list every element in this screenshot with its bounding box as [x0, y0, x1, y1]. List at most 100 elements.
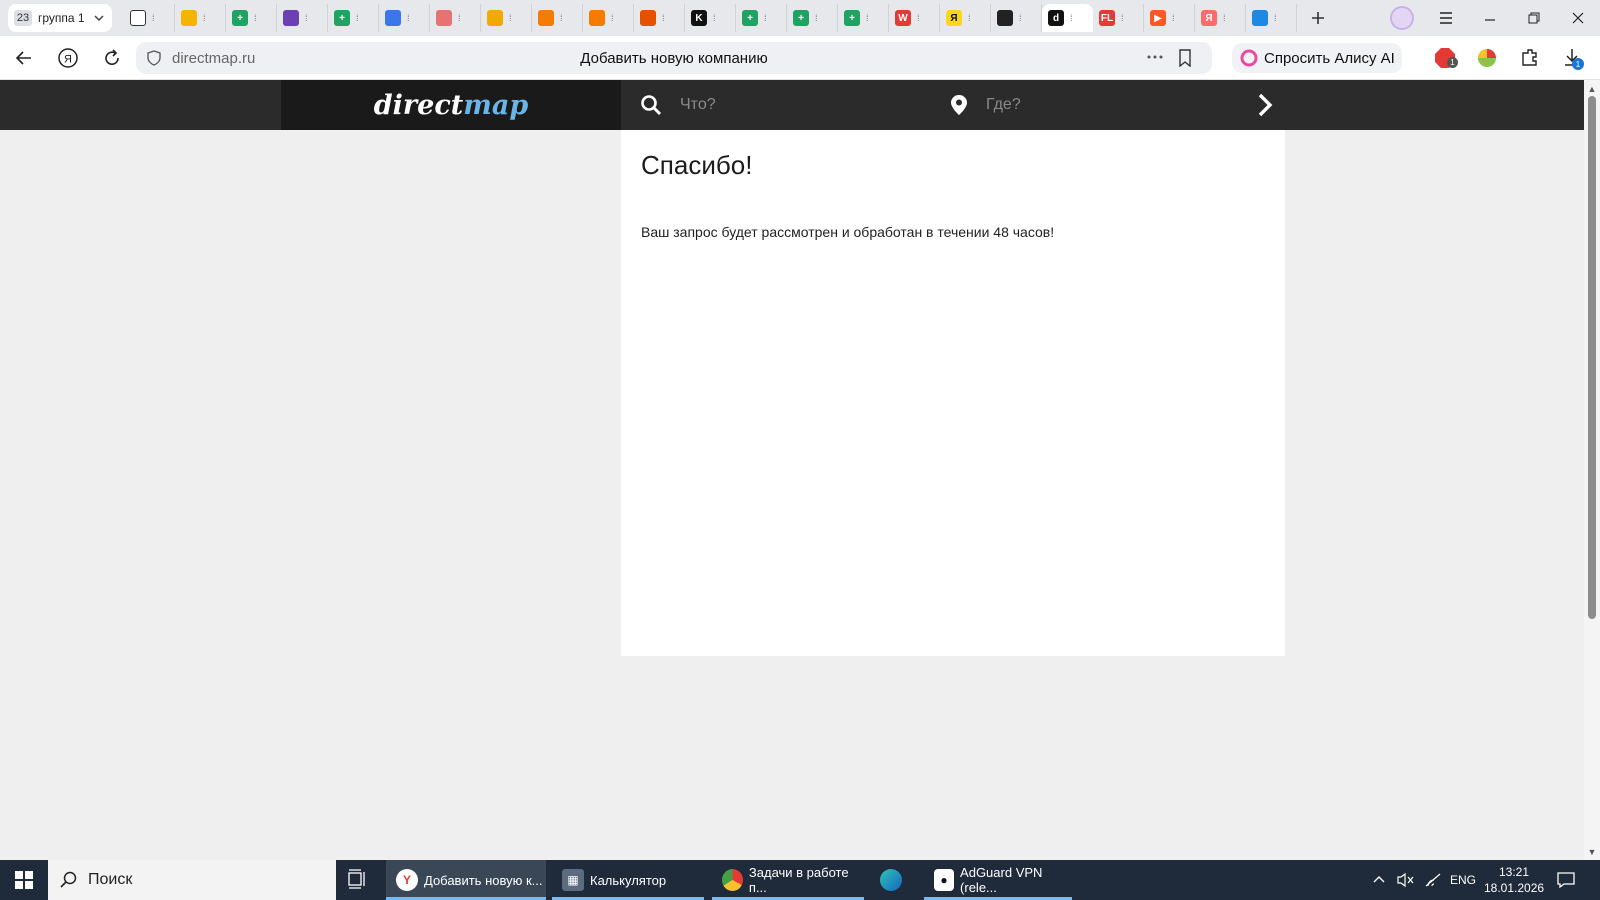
yandex-logo-icon: Я	[58, 48, 78, 68]
browser-tab[interactable]: + ⁞	[736, 4, 787, 32]
adguard-vpn-icon: ●	[934, 869, 955, 891]
tab-title-truncated: ⁞	[254, 13, 257, 23]
ask-alice-label: Спросить Алису AI	[1264, 49, 1395, 67]
google-drive-icon	[181, 10, 197, 26]
adblock-extension[interactable]: 1	[1434, 47, 1458, 69]
start-button[interactable]	[0, 860, 48, 900]
extensions-button[interactable]	[1520, 47, 1542, 69]
translate-extension[interactable]	[1476, 47, 1498, 69]
chevron-right-icon	[1258, 93, 1273, 117]
task-view-icon	[348, 869, 365, 889]
clock-time: 13:21	[1498, 865, 1530, 879]
browser-tab[interactable]: ⁞	[379, 4, 430, 32]
sheets-icon: +	[844, 10, 860, 26]
browser-tab[interactable]: Я ⁞	[1195, 4, 1246, 32]
browser-tab[interactable]: ⁞	[634, 4, 685, 32]
tab-title-truncated: ⁞	[203, 13, 206, 23]
restore-button[interactable]	[1512, 0, 1556, 36]
close-window-button[interactable]	[1556, 0, 1600, 36]
more-dots-icon[interactable]	[1146, 54, 1164, 60]
volume-button[interactable]	[1396, 860, 1414, 900]
minimize-button[interactable]	[1468, 0, 1512, 36]
close-icon	[1572, 12, 1584, 24]
browser-tab[interactable]: + ⁞	[787, 4, 838, 32]
tab-title-truncated: ⁞	[1223, 13, 1226, 23]
notification-icon	[1557, 872, 1575, 889]
sheets-icon: +	[334, 10, 350, 26]
play-icon: ▶	[1150, 10, 1166, 26]
target-icon	[436, 10, 452, 26]
arrow-left-icon	[15, 51, 31, 65]
map-pin-icon	[951, 95, 967, 115]
taskbar-app-label: Калькулятор	[590, 872, 667, 888]
browser-tab[interactable]: + ⁞	[838, 4, 889, 32]
tab-title-truncated: ⁞	[866, 13, 869, 23]
browser-tab[interactable]: ⁞	[481, 4, 532, 32]
alice-icon	[1240, 49, 1258, 67]
reload-button[interactable]	[100, 46, 124, 70]
back-button[interactable]	[12, 46, 36, 70]
ya-market-icon: Я	[946, 10, 962, 26]
address-bar[interactable]: directmap.ru Добавить новую компанию	[136, 42, 1212, 74]
w-logo-icon: W	[895, 10, 911, 26]
chevron-down-icon[interactable]	[92, 11, 106, 25]
site-logo[interactable]: directmap	[281, 80, 621, 130]
browser-tab[interactable]: ⁞	[1246, 4, 1297, 32]
browser-tab[interactable]: ⁞	[583, 4, 634, 32]
tab-title-truncated: ⁞	[1172, 13, 1175, 23]
downloads-button[interactable]: 1	[1562, 47, 1584, 70]
tab-title-truncated: ⁞	[662, 13, 665, 23]
task-view-button[interactable]	[346, 868, 370, 892]
tab-group[interactable]: 23 группа 1	[8, 4, 112, 32]
bookmark-icon[interactable]	[1178, 49, 1192, 67]
scrollbar-thumb[interactable]	[1588, 96, 1596, 619]
yandex-home-button[interactable]: Я	[56, 46, 80, 70]
svg-text:Я: Я	[64, 54, 72, 66]
search-submit-button[interactable]	[1252, 92, 1278, 118]
taskbar-app-edge[interactable]	[870, 860, 918, 900]
taskbar-search[interactable]: Поиск	[48, 860, 336, 900]
browser-tab[interactable]: ⁞	[430, 4, 481, 32]
profile-avatar[interactable]	[1390, 6, 1414, 30]
new-tab-button[interactable]	[1306, 6, 1330, 30]
browser-tab[interactable]: K ⁞	[685, 4, 736, 32]
taskbar-app-calculator[interactable]: ▦ Калькулятор	[552, 860, 704, 900]
browser-tab[interactable]: ⁞	[532, 4, 583, 32]
browser-tab[interactable]: ⁞	[124, 4, 175, 32]
network-button[interactable]	[1424, 860, 1442, 900]
tab-title-truncated: ⁞	[509, 13, 512, 23]
browser-tab[interactable]: + ⁞	[328, 4, 379, 32]
sheets-icon: +	[742, 10, 758, 26]
scroll-down-icon[interactable]: ▼	[1586, 847, 1598, 857]
windows-taskbar: Поиск Y Добавить новую к... ▦ Калькулято…	[0, 860, 1600, 900]
taskbar-app-adguard[interactable]: ● AdGuard VPN (rele...	[924, 860, 1072, 900]
reload-icon	[105, 49, 119, 65]
browser-tab[interactable]: ▶ ⁞	[1144, 4, 1195, 32]
tab-title-truncated: ⁞	[1019, 13, 1022, 23]
browser-tab[interactable]: + ⁞	[226, 4, 277, 32]
browser-tab[interactable]: d ⁞	[1042, 4, 1093, 32]
browser-tab[interactable]: ⁞	[991, 4, 1042, 32]
browser-tab[interactable]: ⁞	[175, 4, 226, 32]
notifications-button[interactable]	[1556, 860, 1576, 900]
search-what-placeholder: Что?	[680, 96, 716, 113]
browser-tab[interactable]: ⁞	[277, 4, 328, 32]
volume-muted-icon	[1397, 872, 1414, 888]
tabs-menu-button[interactable]	[1424, 0, 1468, 36]
tray-chevron[interactable]	[1372, 860, 1386, 900]
tab-title-truncated: ⁞	[407, 13, 410, 23]
language-label: ENG	[1450, 873, 1477, 887]
browser-tab[interactable]: Я ⁞	[940, 4, 991, 32]
clock[interactable]: 13:21 18.01.2026	[1484, 864, 1544, 896]
search-what-field[interactable]: Что?	[640, 92, 940, 118]
browser-tab[interactable]: W ⁞	[889, 4, 940, 32]
taskbar-app-chrome[interactable]: Задачи в работе п...	[712, 860, 864, 900]
search-where-field[interactable]: Где?	[950, 92, 1250, 118]
browser-tab[interactable]: FL ⁞	[1093, 4, 1144, 32]
scroll-up-icon[interactable]: ▲	[1586, 84, 1598, 94]
taskbar-app-yandex[interactable]: Y Добавить новую к...	[386, 860, 546, 900]
wifi-icon	[1425, 873, 1441, 887]
language-indicator[interactable]: ENG	[1450, 860, 1476, 900]
tab-title-truncated: ⁞	[917, 13, 920, 23]
ask-alice-button[interactable]: Спросить Алису AI	[1232, 43, 1402, 73]
